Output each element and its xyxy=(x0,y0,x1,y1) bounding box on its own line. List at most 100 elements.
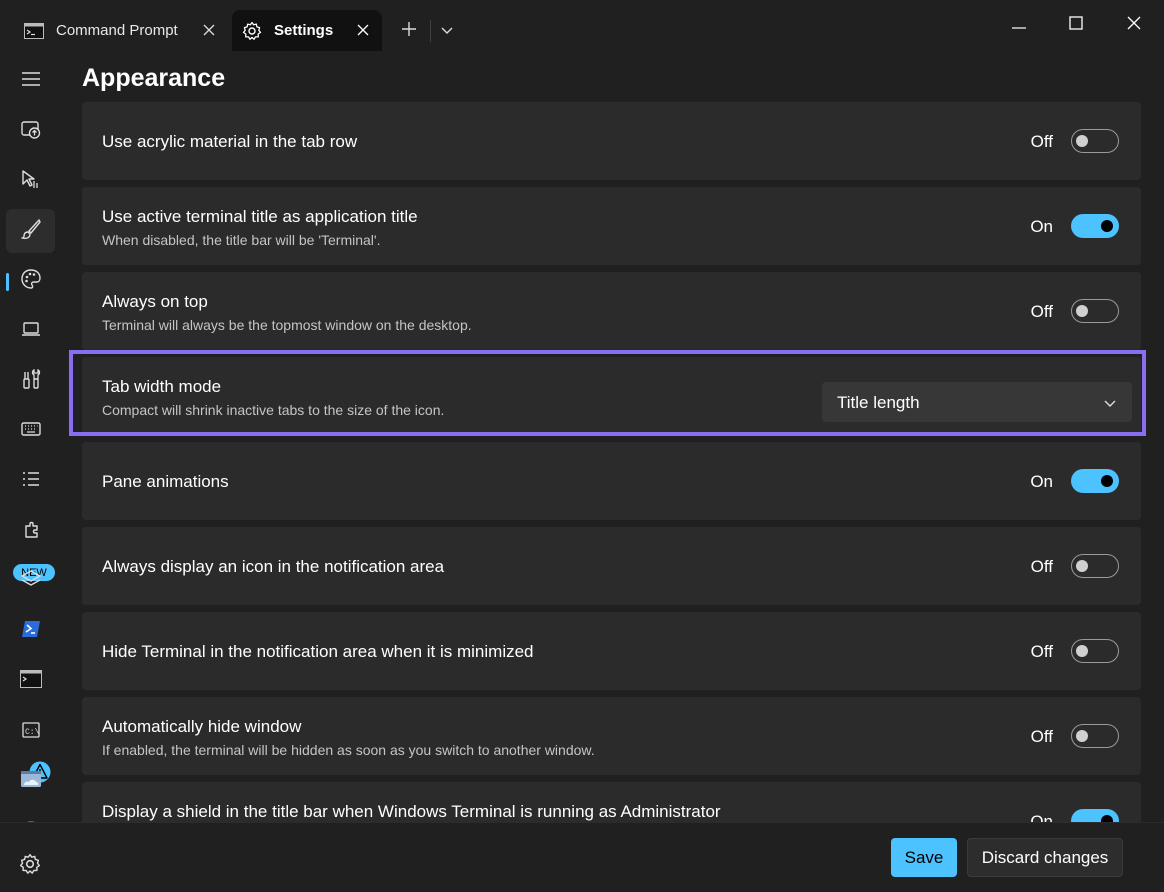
toggle-switch[interactable] xyxy=(1071,724,1119,748)
toggle-switch[interactable] xyxy=(1071,469,1119,493)
toggle-knob xyxy=(1076,560,1088,572)
new-tab-button[interactable] xyxy=(396,18,422,44)
toggle-knob xyxy=(1101,815,1113,822)
discard-changes-button[interactable]: Discard changes xyxy=(967,838,1123,877)
toggle-knob xyxy=(1101,220,1113,232)
navigation-rail: NEW C:\ xyxy=(0,51,62,892)
toggle-state-label: On xyxy=(1030,217,1053,236)
setting-title: Use active terminal title as application… xyxy=(102,207,418,226)
toggle-state-label: Off xyxy=(1030,132,1053,151)
nav-item-command-prompt[interactable] xyxy=(6,659,55,703)
nav-item-rendering[interactable] xyxy=(6,309,55,353)
dropdown-value: Title length xyxy=(837,393,920,412)
setting-card-admin-shield: Display a shield in the title bar when W… xyxy=(82,782,1141,822)
nav-item-compatibility[interactable] xyxy=(6,359,55,403)
close-icon[interactable] xyxy=(200,21,218,39)
nav-item-actions[interactable] xyxy=(6,409,55,453)
setting-card-pane-animations: Pane animations On xyxy=(82,442,1141,520)
setting-card-notification-icon: Always display an icon in the notificati… xyxy=(82,527,1141,605)
tab-command-prompt[interactable]: Command Prompt xyxy=(12,10,228,51)
nav-item-cmd-warning[interactable]: C:\ xyxy=(6,709,55,753)
nav-item-extensions[interactable] xyxy=(6,509,55,553)
gear-icon xyxy=(19,853,41,879)
page-title: Appearance xyxy=(82,64,226,92)
nav-item-defaults[interactable] xyxy=(6,459,55,503)
toggle-state-label: Off xyxy=(1030,557,1053,576)
open-json-settings-button[interactable] xyxy=(19,853,41,880)
cursor-icon xyxy=(20,168,42,195)
laptop-icon xyxy=(20,318,42,345)
setting-title: Automatically hide window xyxy=(102,717,302,736)
list-icon xyxy=(20,468,42,495)
keyboard-icon xyxy=(20,418,42,445)
toggle-state-label: Off xyxy=(1030,727,1053,746)
setting-description: If enabled, the terminal will be hidden … xyxy=(102,742,595,758)
minimize-icon xyxy=(1012,16,1026,34)
tab-dropdown-button[interactable] xyxy=(436,19,458,43)
toggle-switch[interactable] xyxy=(1071,809,1119,822)
toggle-state-label: Off xyxy=(1030,642,1053,661)
nav-item-profile-defaults[interactable] xyxy=(6,559,55,603)
nav-item-powershell[interactable] xyxy=(6,609,55,653)
settings-content: Appearance Use acrylic material in the t… xyxy=(82,51,1142,822)
tab-settings[interactable]: Settings xyxy=(232,10,382,51)
toggle-state-label: Off xyxy=(1030,302,1053,321)
save-button[interactable]: Save xyxy=(891,838,957,877)
cmd-icon: C:\ xyxy=(20,718,42,745)
toggle-knob xyxy=(1076,730,1088,742)
toggle-switch[interactable] xyxy=(1071,639,1119,663)
hamburger-icon xyxy=(21,71,41,92)
palette-icon xyxy=(20,268,42,295)
maximize-button[interactable] xyxy=(1063,12,1089,38)
minimize-button[interactable] xyxy=(1006,12,1032,38)
setting-title: Tab width mode xyxy=(102,377,222,396)
tab-label: Command Prompt xyxy=(56,22,178,39)
close-icon xyxy=(1127,16,1141,35)
toggle-switch[interactable] xyxy=(1071,214,1119,238)
setting-card-auto-hide-window: Automatically hide window If enabled, th… xyxy=(82,697,1141,775)
nav-item-appearance[interactable] xyxy=(6,209,55,253)
nav-item-color-schemes[interactable] xyxy=(6,259,55,303)
maximize-icon xyxy=(1069,15,1083,35)
setting-description: Compact will shrink inactive tabs to the… xyxy=(102,402,445,418)
gear-icon xyxy=(242,21,262,41)
title-bar: Command Prompt Settings xyxy=(0,0,1164,51)
toggle-state-label: On xyxy=(1030,472,1053,491)
setting-description: Terminal will always be the topmost wind… xyxy=(102,317,472,333)
setting-title: Hide Terminal in the notification area w… xyxy=(102,642,534,661)
layers-icon xyxy=(20,568,42,595)
toggle-switch[interactable] xyxy=(1071,299,1119,323)
paintbrush-icon xyxy=(20,218,42,245)
window-close-button[interactable] xyxy=(1121,12,1147,38)
footer-bar: Save Discard changes xyxy=(0,822,1164,892)
command-prompt-icon xyxy=(19,669,42,693)
setting-title: Pane animations xyxy=(102,472,229,491)
nav-item-startup[interactable] xyxy=(6,109,55,153)
setting-title: Use acrylic material in the tab row xyxy=(102,132,358,151)
setting-card-hide-minimized: Hide Terminal in the notification area w… xyxy=(82,612,1141,690)
svg-text:C:\: C:\ xyxy=(25,728,40,737)
nav-item-interaction[interactable] xyxy=(6,159,55,203)
toggle-switch[interactable] xyxy=(1071,129,1119,153)
setting-card-active-title: Use active terminal title as application… xyxy=(82,187,1141,265)
command-prompt-icon xyxy=(24,21,44,41)
toggle-knob xyxy=(1076,135,1088,147)
setting-title: Always display an icon in the notificati… xyxy=(102,557,445,576)
setting-card-acrylic: Use acrylic material in the tab row Off xyxy=(82,102,1141,180)
setting-title: Always on top xyxy=(102,292,208,311)
tab-label: Settings xyxy=(274,22,334,39)
toggle-knob xyxy=(1076,305,1088,317)
nav-item-azure-cloud-shell[interactable] xyxy=(6,759,55,803)
setting-description: When disabled, the title bar will be 'Te… xyxy=(102,232,381,248)
divider xyxy=(430,20,431,42)
tools-icon xyxy=(20,368,42,395)
plus-icon xyxy=(402,21,416,41)
setting-title: Display a shield in the title bar when W… xyxy=(102,802,721,821)
toggle-knob xyxy=(1076,645,1088,657)
close-icon[interactable] xyxy=(354,21,372,39)
chevron-down-icon xyxy=(1104,395,1116,413)
toggle-switch[interactable] xyxy=(1071,554,1119,578)
nav-menu-button[interactable] xyxy=(6,59,55,103)
tab-width-mode-dropdown[interactable]: Title length xyxy=(822,382,1132,422)
toggle-state-label: On xyxy=(1030,812,1053,822)
